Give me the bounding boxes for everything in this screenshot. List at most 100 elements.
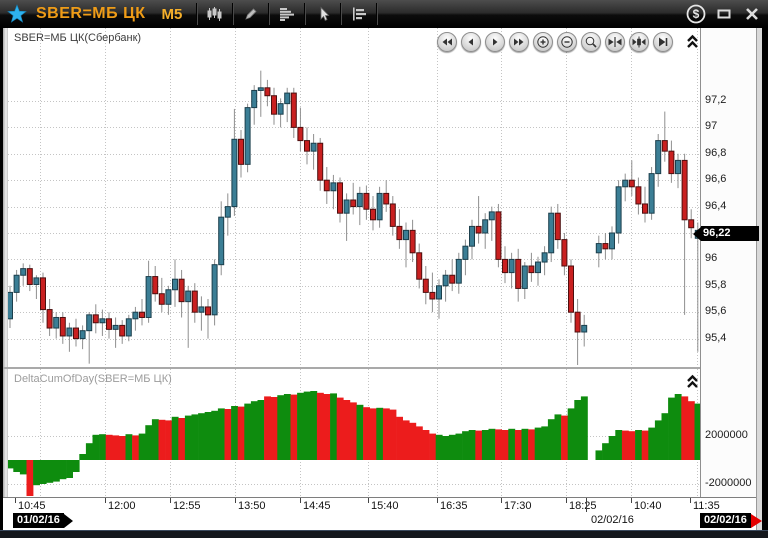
- time-tick-label: 10:45: [18, 500, 46, 512]
- chart-type-candles-icon[interactable]: [202, 2, 228, 26]
- toolbar-separator: [268, 3, 270, 25]
- restore-icon[interactable]: [712, 2, 736, 26]
- candle-down: [120, 325, 125, 336]
- price-axis-label: 96,6: [705, 173, 726, 185]
- scroll-left-button[interactable]: [461, 32, 481, 52]
- delta-axis-label: 2000000: [705, 429, 748, 441]
- delta-bar: [502, 430, 509, 460]
- delta-chart-plot[interactable]: [8, 369, 700, 497]
- indicator-levels-icon[interactable]: [346, 2, 372, 26]
- window-bottom-frame: [0, 530, 768, 538]
- delta-bar: [112, 435, 119, 460]
- delta-bar: [132, 435, 139, 460]
- collapse-indicator-pane-icon[interactable]: [684, 372, 700, 390]
- time-tick-label: 18:25: [569, 500, 597, 512]
- delta-bar: [159, 420, 166, 460]
- volume-profile-icon[interactable]: [274, 2, 300, 26]
- delta-bar: [648, 428, 655, 460]
- delta-bar: [231, 406, 238, 460]
- candle-down: [27, 269, 32, 285]
- title-bar[interactable]: SBER=МБ ЦК M5: [0, 0, 768, 29]
- delta-bar: [622, 431, 629, 460]
- delta-bar: [390, 410, 397, 460]
- scroll-fast-right-button[interactable]: [509, 32, 529, 52]
- delta-bar: [192, 414, 199, 460]
- candle-up: [258, 88, 263, 91]
- cursor-icon[interactable]: [310, 2, 336, 26]
- delta-bar: [337, 398, 344, 460]
- delta-bar: [442, 436, 449, 460]
- day-separator-label: 02/02/16: [591, 514, 634, 526]
- scroll-fast-left-button[interactable]: [437, 32, 457, 52]
- delta-bar: [642, 431, 649, 460]
- delta-bar: [93, 435, 100, 460]
- date-tag-left-arrow: [64, 514, 73, 528]
- delta-bar: [609, 436, 616, 460]
- go-to-last-candle-button[interactable]: [653, 32, 673, 52]
- delta-bar: [635, 430, 642, 460]
- close-icon[interactable]: [740, 2, 764, 26]
- delta-bar: [277, 395, 284, 460]
- candle-down: [555, 213, 560, 239]
- time-tick-label: 17:30: [504, 500, 532, 512]
- delta-bar: [489, 429, 496, 460]
- candle-down: [450, 275, 455, 283]
- delta-axis-label: -2000000: [705, 477, 752, 489]
- delta-bar: [205, 412, 212, 460]
- delta-bar: [668, 398, 675, 460]
- candle-down: [384, 193, 389, 204]
- zoom-in-button[interactable]: [533, 32, 553, 52]
- right-edge-strip: [756, 28, 762, 530]
- candle-down: [390, 204, 395, 226]
- delta-bar: [403, 420, 410, 460]
- star-icon: [6, 3, 28, 25]
- date-tag-right[interactable]: 02/02/16: [700, 513, 762, 528]
- compress-candles-button[interactable]: [629, 32, 649, 52]
- candle-up: [649, 174, 654, 214]
- delta-bar: [548, 419, 555, 460]
- candle-down: [153, 277, 158, 294]
- time-tick: [300, 498, 301, 503]
- time-tick: [631, 498, 632, 503]
- candle-up: [549, 213, 554, 253]
- zoom-out-button[interactable]: [557, 32, 577, 52]
- toolbar-separator: [340, 3, 342, 25]
- price-tag-arrow: [693, 227, 701, 241]
- delta-bar: [675, 394, 682, 460]
- compress-scale-button[interactable]: [605, 32, 625, 52]
- delta-bar: [469, 430, 476, 460]
- delta-bar: [13, 460, 20, 472]
- candle-down: [636, 187, 641, 204]
- date-tag-left[interactable]: 01/02/16: [13, 513, 73, 528]
- delta-bar: [178, 418, 185, 460]
- candle-down: [298, 127, 303, 140]
- price-chart-plot[interactable]: [8, 28, 700, 367]
- zoom-region-button[interactable]: [581, 32, 601, 52]
- timeframe-label[interactable]: M5: [162, 6, 183, 23]
- candle-down: [643, 204, 648, 213]
- delta-bar: [495, 429, 502, 460]
- delta-bar: [330, 393, 337, 460]
- time-tick: [501, 498, 502, 503]
- delta-bar: [251, 401, 258, 460]
- collapse-price-pane-icon[interactable]: [684, 32, 700, 50]
- price-axis-label: 96: [705, 252, 717, 264]
- pencil-draw-icon[interactable]: [238, 2, 264, 26]
- price-pane-title: SBER=МБ ЦК(Сбербанк): [14, 32, 141, 44]
- delta-bar: [271, 397, 278, 460]
- delta-bar: [416, 426, 423, 460]
- candle-down: [351, 200, 356, 207]
- delta-bar: [310, 391, 317, 460]
- candle-up: [443, 275, 448, 286]
- delta-bar: [172, 417, 179, 460]
- delta-bar: [46, 460, 53, 483]
- delta-bar: [27, 460, 34, 496]
- scroll-right-button[interactable]: [485, 32, 505, 52]
- time-tick: [235, 498, 236, 503]
- dollar-icon[interactable]: $: [684, 2, 708, 26]
- time-tick: [690, 498, 691, 503]
- delta-bar: [304, 392, 311, 460]
- candle-down: [179, 279, 184, 301]
- candle-up: [509, 259, 514, 272]
- price-axis-label: 95,6: [705, 305, 726, 317]
